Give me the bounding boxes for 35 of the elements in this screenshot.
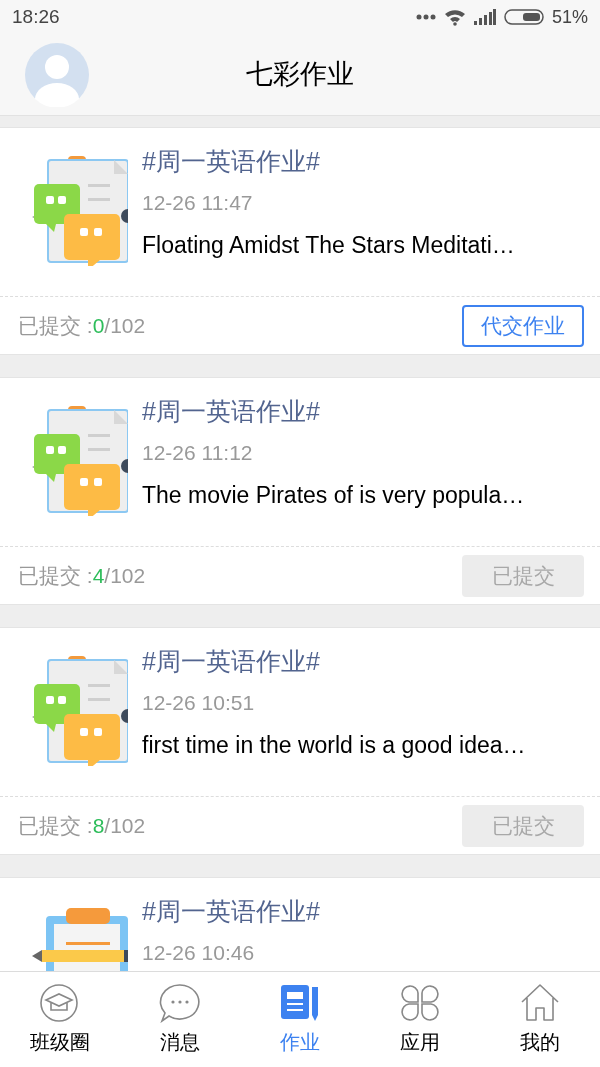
tab-item[interactable]: 我的 xyxy=(480,972,600,1067)
homework-title: #周一英语作业# xyxy=(142,146,321,176)
homework-time: 12-26 11:47 xyxy=(142,190,254,216)
status-time: 18:26 xyxy=(12,4,60,29)
tab-item[interactable]: 班级圈 xyxy=(0,972,120,1067)
homework-title: #周一英语作业# xyxy=(142,646,321,676)
chat-bubble-icon xyxy=(159,982,201,1023)
homework-card[interactable]: #周一英语作业# 12-26 10:46 xyxy=(0,877,600,971)
homework-excerpt: first time in the world is a good idea… xyxy=(142,731,526,760)
homework-time: 12-26 10:46 xyxy=(142,940,256,966)
house-icon xyxy=(519,982,561,1023)
homework-title: #周一英语作业# xyxy=(142,896,320,926)
homework-time: 12-26 10:51 xyxy=(142,690,256,716)
avatar-icon[interactable] xyxy=(25,42,89,107)
notebook-pencil-icon xyxy=(279,982,321,1023)
signal-icon xyxy=(473,9,496,25)
homework-time: 12-26 11:12 xyxy=(142,440,254,466)
tab-item[interactable]: 消息 xyxy=(120,972,240,1067)
battery-percent: 51% xyxy=(551,5,588,29)
submitted-count: 已提交 :8/102 xyxy=(18,812,146,839)
more-dots-icon xyxy=(415,14,436,20)
graduation-cap-icon xyxy=(39,982,81,1023)
battery-icon xyxy=(503,9,544,25)
app-title: 七彩作业 xyxy=(246,58,354,92)
homework-excerpt: Floating Amidst The Stars Meditati… xyxy=(142,231,515,260)
submitted-count: 已提交 :0/102 xyxy=(18,312,146,339)
four-petal-icon xyxy=(399,982,441,1023)
wifi-icon xyxy=(443,8,466,26)
submit-button[interactable]: 代交作业 xyxy=(462,304,584,347)
homework-excerpt: The movie Pirates of is very popula… xyxy=(142,481,525,510)
tab-item[interactable]: 应用 xyxy=(360,972,480,1067)
homework-card[interactable]: #周一英语作业# 12-26 11:47 Floating Amidst The Stars Meditati… 已提交 :0/102 代交作业 xyxy=(0,127,600,355)
submitted-count: 已提交 :4/102 xyxy=(18,562,146,589)
homework-title: #周一英语作业# xyxy=(142,396,321,426)
tab-item[interactable]: 作业 xyxy=(240,972,360,1067)
